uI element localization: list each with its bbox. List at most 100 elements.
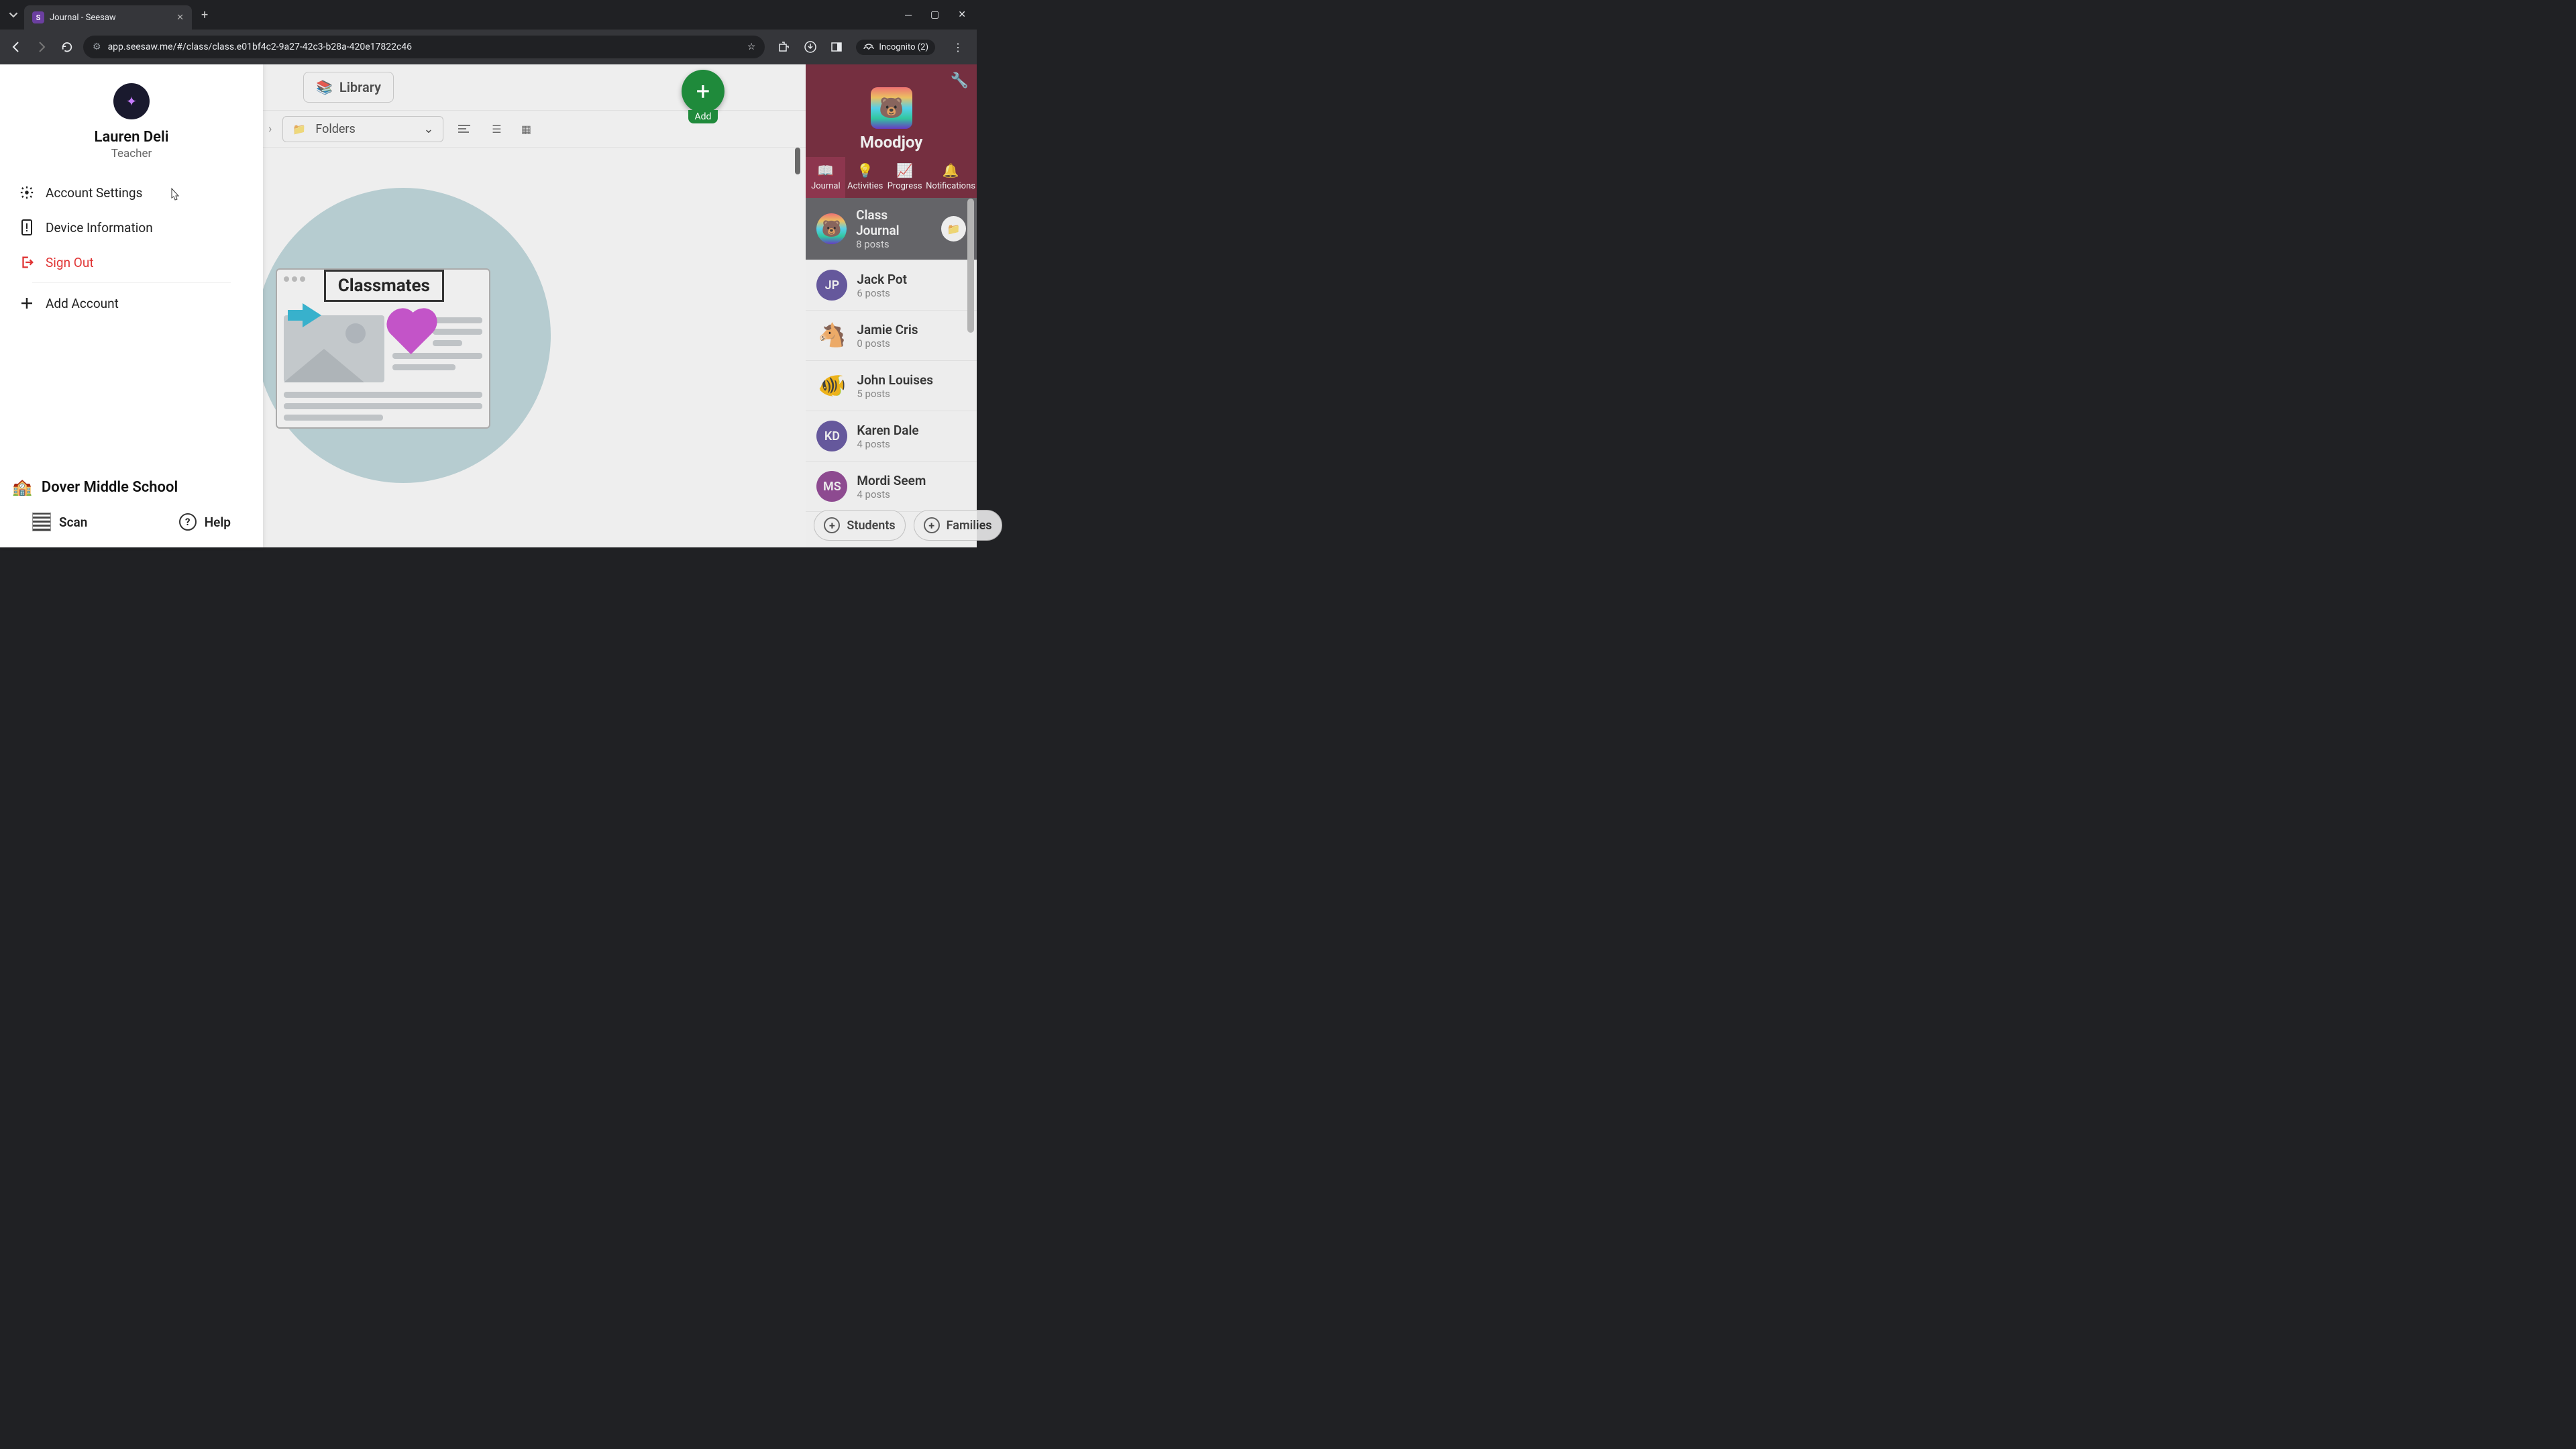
post-count: 8 posts [856, 238, 932, 250]
library-button[interactable]: 📚 Library [303, 72, 394, 103]
browser-titlebar: S Journal - Seesaw ✕ + ─ ▢ ✕ [0, 0, 977, 30]
student-name: John Louises [857, 372, 933, 388]
incognito-indicator[interactable]: Incognito (2) [856, 40, 935, 55]
list-view-icon[interactable]: ☰ [485, 117, 508, 140]
account-name: Lauren Deli [95, 129, 169, 146]
post-count: 4 posts [857, 438, 918, 450]
tab-journal[interactable]: 📖 Journal [806, 157, 845, 198]
qr-icon [32, 513, 51, 531]
app-viewport: 📚 Library › 📁 Folders ⌄ ☰ ▦ [0, 64, 977, 547]
add-students-button[interactable]: + Students [814, 510, 905, 541]
tab-activities[interactable]: 💡 Activities [845, 157, 885, 198]
main-scrollbar[interactable] [792, 148, 806, 547]
extensions-icon[interactable] [777, 40, 790, 54]
back-button[interactable] [7, 38, 25, 56]
student-name: Mordi Seem [857, 473, 926, 488]
gear-icon [19, 184, 35, 201]
add-account-label: Add Account [46, 296, 119, 311]
chevron-down-icon: ⌄ [423, 122, 433, 136]
new-tab-button[interactable]: + [201, 8, 208, 22]
school-icon: 🏫 [12, 478, 32, 496]
post-count: 4 posts [857, 488, 926, 500]
library-label: Library [339, 79, 381, 95]
school-name: Dover Middle School [42, 479, 178, 496]
menu-device-info[interactable]: Device Information [16, 210, 247, 245]
tab-title: Journal - Seesaw [50, 13, 116, 23]
tab-search-dropdown[interactable] [5, 7, 21, 23]
scan-button[interactable]: Scan [32, 513, 87, 531]
browser-menu-icon[interactable]: ⋮ [949, 41, 967, 54]
journal-list-item[interactable]: KDKaren Dale4 posts [806, 411, 977, 462]
tab-notifications-label: Notifications [926, 181, 975, 191]
folders-dropdown[interactable]: 📁 Folders ⌄ [282, 116, 443, 142]
class-avatar: 🐻 [871, 87, 912, 129]
help-button[interactable]: ? Help [179, 513, 231, 531]
bookmark-star-icon[interactable]: ☆ [747, 42, 756, 52]
illustration-title: Classmates [324, 270, 444, 302]
books-icon: 📚 [316, 79, 333, 95]
post-count: 0 posts [857, 337, 918, 350]
cursor-pointer-icon [168, 187, 181, 203]
filter-sliders-icon[interactable] [454, 121, 474, 137]
folders-label: Folders [315, 122, 356, 136]
tab-progress-label: Progress [888, 181, 922, 191]
student-name: Class Journal [856, 207, 932, 238]
student-avatar: 🐴 [816, 320, 847, 351]
journal-list-item[interactable]: 🐴 Jamie Cris0 posts [806, 311, 977, 361]
plus-circle-icon: + [824, 517, 840, 533]
settings-wrench-icon[interactable]: 🔧 [951, 72, 969, 89]
minimize-icon[interactable]: ─ [905, 9, 912, 21]
empty-state-illustration: Classmates [235, 188, 571, 483]
journal-list-item[interactable]: MSMordi Seem4 posts [806, 462, 977, 512]
user-avatar[interactable]: ✦ [113, 83, 150, 119]
device-info-label: Device Information [46, 220, 153, 235]
class-name: Moodjoy [860, 133, 922, 152]
tab-close-icon[interactable]: ✕ [176, 13, 184, 23]
journal-list: 🐻 Class Journal8 posts 📁 JP Jack Pot6 posts 🐴… [806, 198, 977, 512]
journal-list-item[interactable]: 🐻 Class Journal8 posts 📁 [806, 198, 977, 260]
site-settings-icon[interactable]: ⚙ [93, 42, 101, 52]
folder-badge-icon[interactable]: 📁 [941, 216, 966, 241]
forward-button[interactable] [32, 38, 51, 56]
scan-label: Scan [59, 515, 87, 530]
tab-journal-label: Journal [811, 181, 841, 191]
journal-list-item[interactable]: JP Jack Pot6 posts [806, 260, 977, 311]
student-avatar: 🐠 [816, 370, 847, 401]
tab-progress[interactable]: 📈 Progress [885, 157, 924, 198]
download-icon[interactable] [804, 40, 817, 54]
student-avatar: JP [816, 270, 847, 301]
tab-activities-label: Activities [847, 181, 883, 191]
folder-icon: 📁 [292, 123, 306, 136]
student-name: Jamie Cris [857, 322, 918, 337]
journal-icon: 📖 [817, 162, 834, 178]
bell-icon: 🔔 [943, 162, 959, 178]
address-bar[interactable]: ⚙ app.seesaw.me/#/class/class.e01bf4c2-9… [83, 36, 765, 58]
menu-sign-out[interactable]: Sign Out [16, 245, 247, 280]
tab-favicon: S [32, 11, 44, 23]
tab-notifications[interactable]: 🔔 Notifications [924, 157, 977, 198]
student-avatar: 🐻 [816, 213, 847, 244]
close-window-icon[interactable]: ✕ [958, 9, 966, 21]
student-name: Jack Pot [857, 272, 907, 287]
menu-add-account[interactable]: Add Account [16, 286, 247, 321]
maximize-icon[interactable]: ▢ [930, 9, 939, 21]
add-families-button[interactable]: + Families [914, 510, 1002, 541]
chevron-right-icon[interactable]: › [268, 122, 272, 136]
journal-list-item[interactable]: 🐠John Louises5 posts [806, 361, 977, 411]
side-panel-icon[interactable] [830, 41, 843, 53]
right-panel: 🔧 🐻 Moodjoy 📖 Journal 💡 Activities 📈 Pro… [806, 64, 977, 547]
students-label: Students [847, 519, 895, 533]
help-icon: ? [179, 513, 197, 531]
signout-label: Sign Out [46, 255, 94, 270]
browser-tab[interactable]: S Journal - Seesaw ✕ [24, 5, 192, 30]
calendar-view-icon[interactable]: ▦ [515, 117, 537, 140]
reload-button[interactable] [58, 38, 76, 56]
window-controls: ─ ▢ ✕ [905, 9, 971, 21]
account-menu: Account Settings Device Information Sign… [0, 175, 263, 321]
right-scrollbar[interactable] [966, 199, 977, 507]
menu-account-settings[interactable]: Account Settings [16, 175, 247, 210]
add-fab[interactable]: + Add [682, 70, 724, 123]
school-row[interactable]: 🏫 Dover Middle School [0, 478, 263, 513]
account-bottom-actions: Scan ? Help [0, 513, 263, 547]
post-count: 6 posts [857, 287, 907, 299]
